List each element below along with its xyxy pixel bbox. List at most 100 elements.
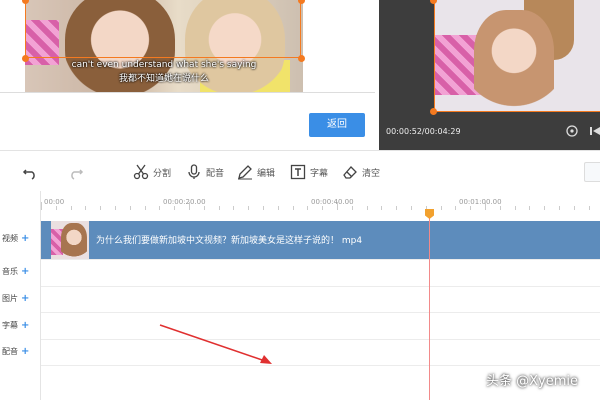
- time-ruler[interactable]: 00:00 00:00:20.00 00:00:40.00 00:01:00.0…: [41, 191, 600, 219]
- source-panel: can't even understand what she's saying …: [0, 0, 375, 150]
- pencil-icon: [238, 165, 252, 180]
- ruler-tick: [322, 206, 324, 210]
- subtitle-chinese: 我都不知道她在说什么: [118, 74, 209, 84]
- ruler-tick: [366, 206, 368, 210]
- scissors-icon: [133, 164, 149, 180]
- row-divider: [41, 365, 600, 366]
- watermark: 头条 @Xyemie: [486, 374, 579, 389]
- ruler-tick: [396, 206, 398, 210]
- ruler-tick: [573, 206, 575, 210]
- track-music-label: 音乐: [2, 267, 18, 276]
- playhead-line[interactable]: [429, 210, 430, 400]
- ruler-tick: [174, 206, 176, 210]
- tick-label-0: 00:00: [44, 198, 65, 206]
- ruler-tick: [233, 206, 235, 210]
- track-image[interactable]: 图片 +: [2, 293, 29, 304]
- ruler-tick: [85, 206, 87, 210]
- crop-selection-box[interactable]: [25, 0, 301, 58]
- add-music-icon[interactable]: +: [21, 266, 29, 277]
- tick-label-2: 00:00:40.00: [311, 198, 354, 206]
- preview-crop-border: [434, 0, 600, 112]
- track-dub[interactable]: 配音 +: [2, 346, 29, 357]
- add-video-icon[interactable]: +: [21, 233, 29, 244]
- text-box-icon: [290, 164, 306, 180]
- subtitle-english: can't even understand what she's saying: [71, 60, 257, 70]
- back-button[interactable]: 返回: [309, 113, 365, 137]
- clip-thumbnail: [51, 221, 89, 259]
- playback-timecode: 00:00:52/00:04:29: [386, 127, 461, 136]
- ruler-tick: [115, 206, 116, 210]
- ruler-tick: [544, 206, 546, 210]
- eraser-icon: [343, 166, 357, 179]
- split-label: 分割: [153, 168, 172, 179]
- track-dub-label: 配音: [2, 347, 18, 356]
- editor-toolbar: 分割 配音 编辑 字幕 清空: [0, 158, 600, 186]
- ruler-tick: [100, 206, 102, 210]
- ruler-tick: [499, 206, 501, 210]
- undo-button[interactable]: [22, 158, 38, 186]
- ruler-tick: [411, 206, 412, 210]
- track-image-label: 图片: [2, 294, 18, 303]
- ruler-tick: [263, 206, 264, 210]
- clear-button[interactable]: 清空: [342, 158, 380, 186]
- section-divider: [0, 150, 600, 151]
- replay-icon[interactable]: [565, 124, 579, 138]
- undo-icon: [22, 169, 35, 180]
- row-divider: [41, 259, 600, 260]
- row-divider: [41, 312, 600, 313]
- ruler-tick: [455, 206, 457, 210]
- tick-label-1: 00:00:20.00: [163, 198, 206, 206]
- timeline-panel: 00:00 00:00:20.00 00:00:40.00 00:01:00.0…: [0, 191, 600, 400]
- ruler-tick: [218, 206, 220, 210]
- tick-label-3: 00:01:00.00: [459, 198, 502, 206]
- ruler-tick: [203, 206, 205, 210]
- ruler-tick: [381, 206, 383, 210]
- track-subtitle[interactable]: 字幕 +: [2, 320, 29, 331]
- dub-label: 配音: [206, 168, 225, 179]
- preview-handle-bottom[interactable]: [430, 108, 437, 115]
- redo-icon: [71, 169, 84, 180]
- ruler-tick: [440, 206, 442, 210]
- add-image-icon[interactable]: +: [21, 293, 29, 304]
- ruler-tick: [485, 202, 486, 210]
- track-video-label: 视频: [2, 234, 18, 243]
- ruler-tick: [351, 206, 353, 210]
- ruler-tick: [307, 206, 309, 210]
- toolbar-right-control[interactable]: [584, 162, 600, 182]
- ruler-tick: [529, 206, 531, 210]
- skip-back-icon[interactable]: [588, 124, 600, 138]
- ruler-tick: [41, 202, 42, 210]
- subtitle-label: 字幕: [310, 168, 329, 179]
- edit-label: 编辑: [257, 168, 276, 179]
- ruler-tick: [588, 206, 590, 210]
- add-dub-icon[interactable]: +: [21, 346, 29, 357]
- microphone-icon: [188, 164, 200, 179]
- split-button[interactable]: 分割: [133, 158, 171, 186]
- track-subtitle-label: 字幕: [2, 321, 18, 330]
- ruler-tick: [514, 206, 516, 210]
- add-subtitle-icon[interactable]: +: [21, 320, 29, 331]
- row-divider: [41, 286, 600, 287]
- ruler-tick: [159, 206, 161, 210]
- crop-handle-top-right[interactable]: [298, 0, 305, 4]
- ruler-tick: [248, 206, 250, 210]
- row-divider: [41, 339, 600, 340]
- ruler-tick: [189, 202, 190, 210]
- ruler-tick: [55, 206, 57, 210]
- track-music[interactable]: 音乐 +: [2, 266, 29, 277]
- video-clip[interactable]: 为什么我们要做新加坡中文视频？新加坡美女是这样子说的！ mp4: [41, 221, 600, 259]
- ruler-tick: [559, 206, 560, 210]
- subtitle-button[interactable]: 字幕: [290, 158, 328, 186]
- ruler-tick: [70, 206, 72, 210]
- ruler-tick: [144, 206, 146, 210]
- ruler-tick: [277, 206, 279, 210]
- red-annotation-arrow: [159, 324, 272, 364]
- divider: [0, 92, 375, 93]
- track-video[interactable]: 视频 +: [2, 233, 29, 244]
- edit-button[interactable]: 编辑: [237, 158, 275, 186]
- dub-button[interactable]: 配音: [186, 158, 224, 186]
- thumb-person: [61, 223, 87, 259]
- clear-label: 清空: [362, 168, 381, 179]
- ruler-tick: [129, 206, 131, 210]
- redo-button[interactable]: [68, 158, 84, 186]
